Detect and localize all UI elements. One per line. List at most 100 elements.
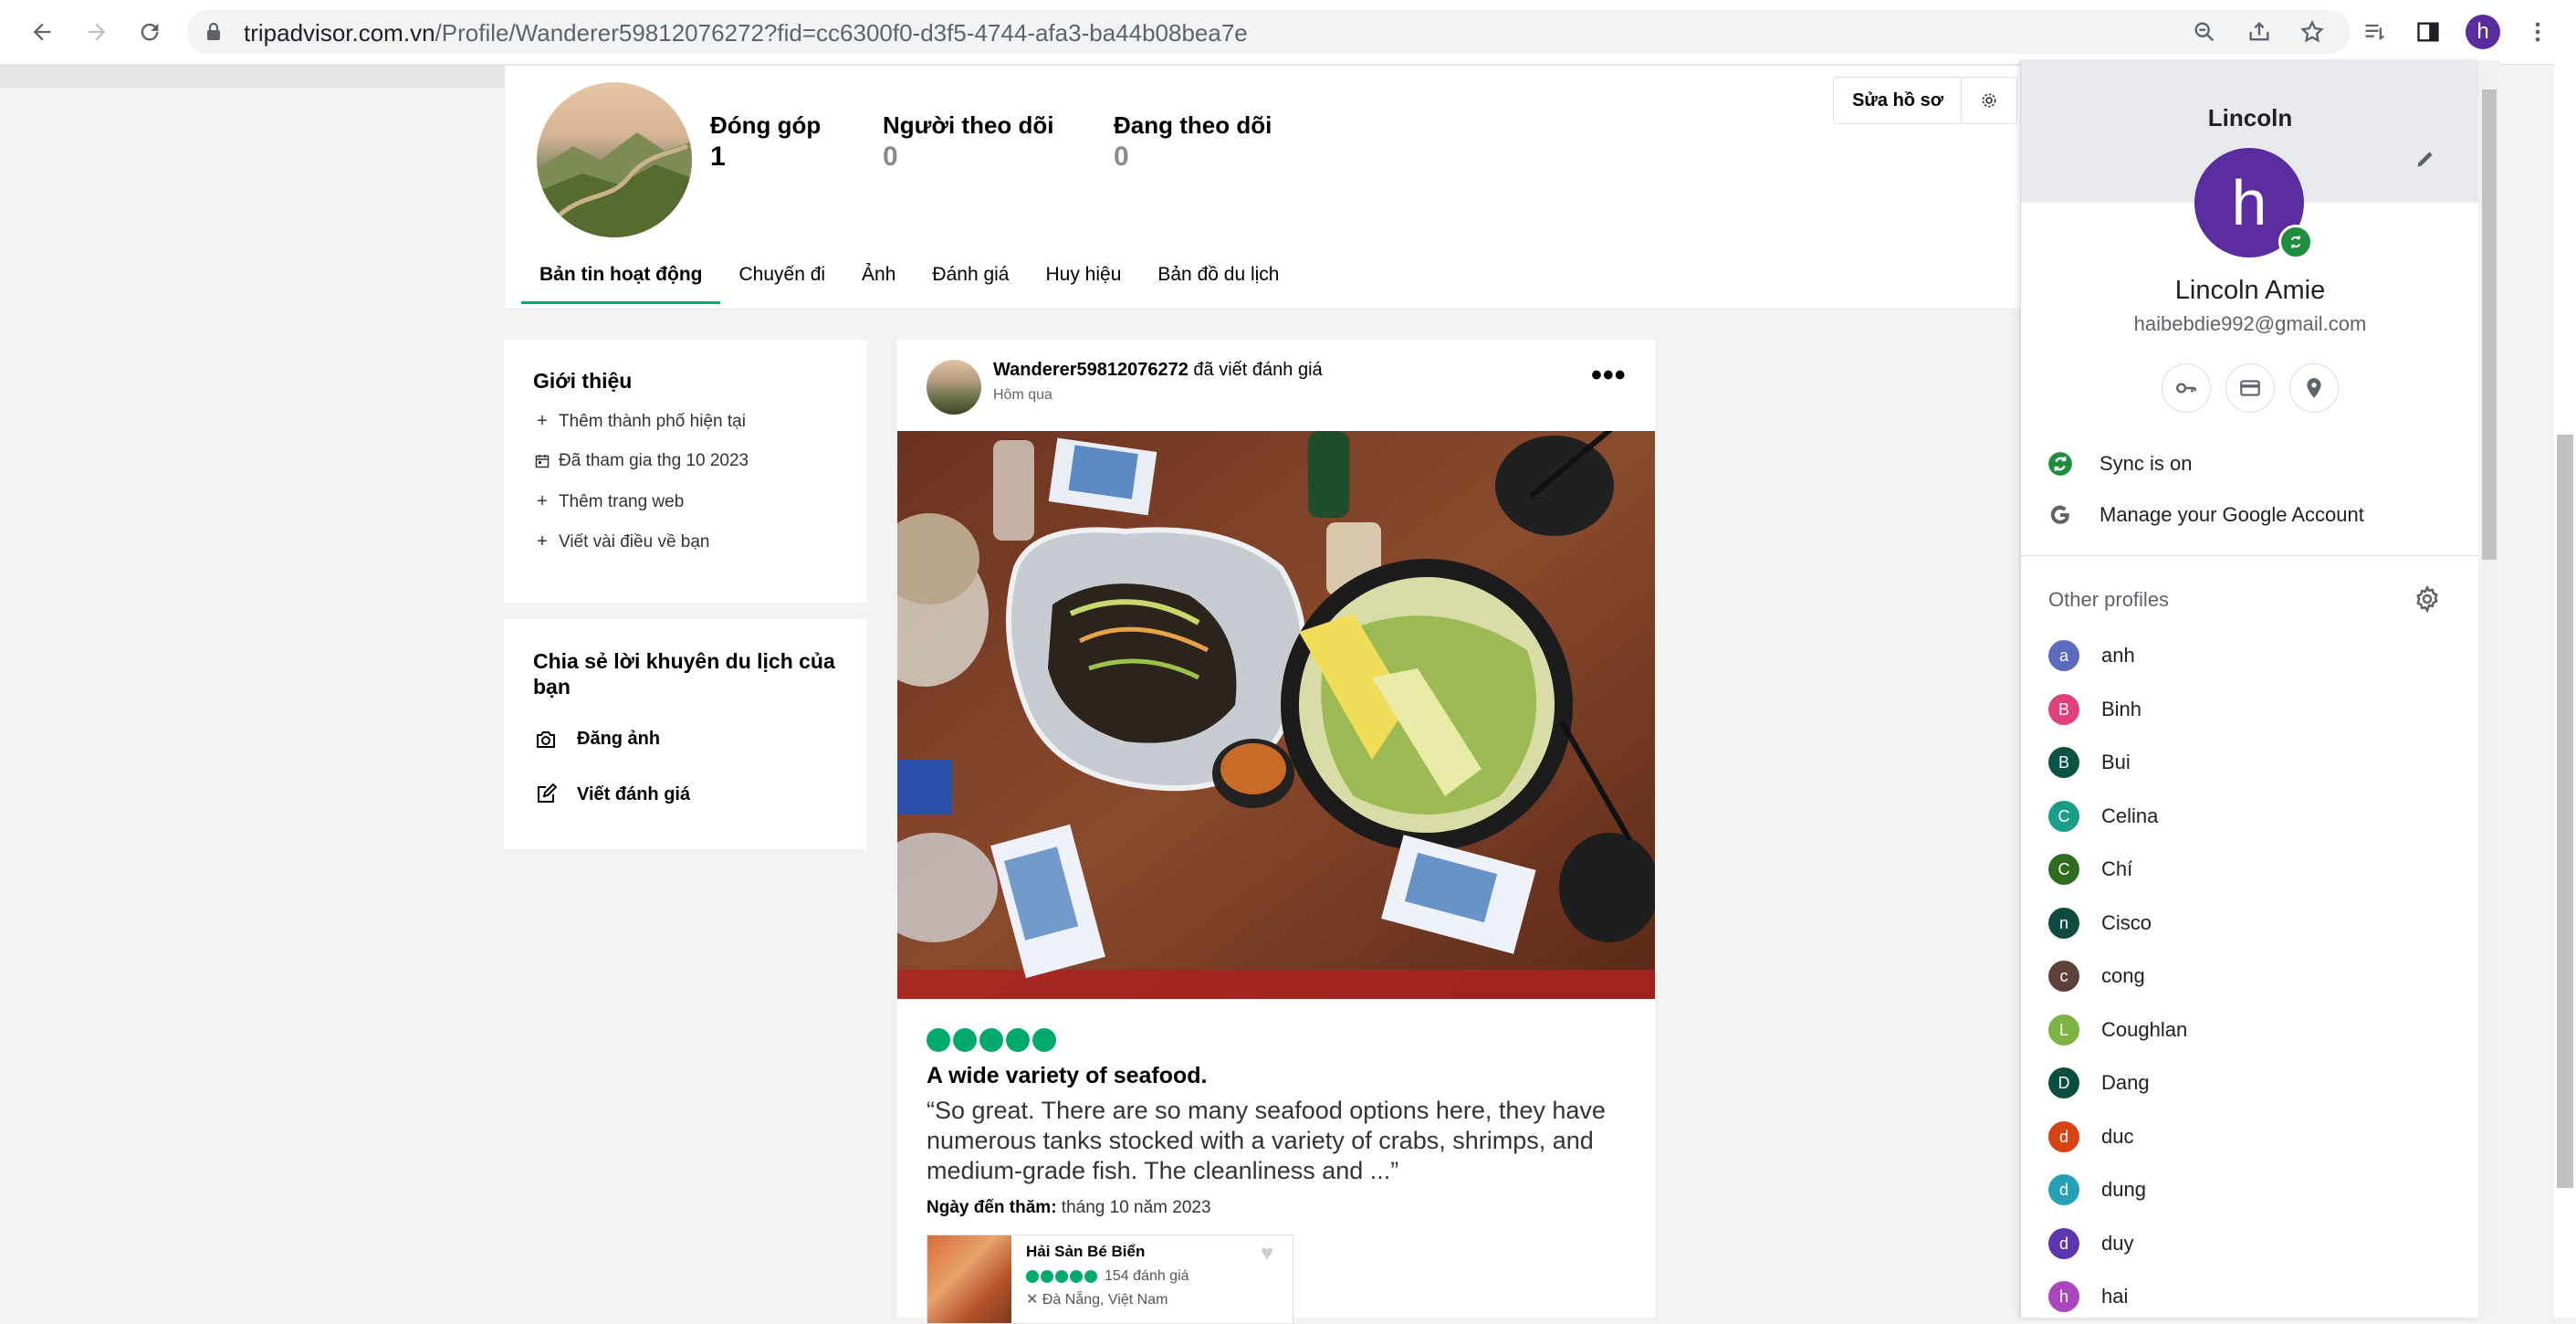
profile-row-anh[interactable]: a anh — [2048, 633, 2135, 678]
profile-avatar-button[interactable]: h — [2463, 12, 2503, 52]
place-location: ✕ Đà Nẵng, Việt Nam — [1026, 1290, 1168, 1308]
account-email: haibebdie992@gmail.com — [2133, 312, 2367, 335]
profile-avatar: C — [2048, 801, 2079, 832]
stat-label: Người theo dõi — [883, 111, 1054, 139]
write-review-button[interactable]: Viết đánh giá — [533, 783, 690, 805]
profile-row-celina[interactable]: C Celina — [2048, 793, 2158, 839]
visit-label: Ngày đến thăm: — [927, 1198, 1057, 1217]
forward-button[interactable] — [77, 12, 117, 52]
google-profile-panel: Lincoln h Lincoln Amie haibebdie992@gmai… — [2020, 60, 2479, 1318]
side-panel-icon[interactable] — [2408, 12, 2448, 52]
reading-list-icon[interactable] — [2355, 12, 2395, 52]
passwords-button[interactable] — [2162, 363, 2211, 413]
google-icon — [2047, 503, 2074, 527]
review-photo[interactable] — [897, 431, 1655, 999]
profile-row-dung[interactable]: d dung — [2048, 1167, 2146, 1213]
sync-status-row[interactable]: Sync is on — [2021, 440, 2479, 488]
menu-icon[interactable] — [2518, 12, 2558, 52]
profile-row-cisco[interactable]: n Cisco — [2048, 900, 2152, 946]
page-scrollbar[interactable] — [2554, 60, 2576, 1318]
profile-name: duy — [2101, 1232, 2134, 1255]
place-rating: 154 đánh giá — [1026, 1268, 1189, 1285]
review-rating — [927, 1028, 1056, 1052]
profile-row-binh[interactable]: B Binh — [2048, 687, 2141, 732]
review-title[interactable]: A wide variety of seafood. — [927, 1063, 1207, 1089]
review-text[interactable]: “So great. There are so many seafood opt… — [927, 1096, 1639, 1186]
profile-avatar: d — [2048, 1228, 2079, 1259]
back-button[interactable] — [22, 12, 62, 52]
write-about-you-link[interactable]: + Viết vài điều về bạn — [533, 531, 709, 552]
profile-photo[interactable] — [537, 82, 692, 237]
stat-contributions[interactable]: Đóng góp 1 — [710, 111, 821, 173]
addresses-button[interactable] — [2289, 363, 2339, 413]
share-item-label: Viết đánh giá — [577, 783, 691, 804]
panel-scrollbar-thumb[interactable] — [2482, 89, 2497, 560]
panel-scrollbar[interactable] — [2478, 60, 2500, 1318]
sync-badge-icon — [2278, 225, 2313, 259]
settings-button[interactable] — [1961, 77, 2017, 124]
more-options-icon[interactable]: ••• — [1591, 358, 1627, 394]
location-pin-icon — [2307, 378, 2321, 398]
place-review-count: 154 đánh giá — [1105, 1268, 1189, 1284]
profile-name: Binh — [2101, 698, 2142, 720]
author-name-link[interactable]: Wanderer59812076272 — [993, 360, 1189, 380]
other-profiles-title: Other profiles — [2048, 588, 2170, 611]
profile-name: anh — [2101, 644, 2135, 667]
manage-account-row[interactable]: Manage your Google Account — [2021, 491, 2479, 539]
edit-profile-button[interactable]: Sửa hồ sơ — [1833, 77, 1963, 124]
post-author-line: Wanderer59812076272 đã viết đánh giá — [993, 360, 1323, 381]
heart-icon[interactable]: ♥ — [1261, 1241, 1273, 1266]
profile-name: dung — [2101, 1178, 2146, 1201]
add-website-link[interactable]: + Thêm trang web — [533, 491, 684, 512]
add-current-city-link[interactable]: + Thêm thành phố hiện tại — [533, 411, 746, 432]
tab-reviews[interactable]: Đánh giá — [914, 257, 1027, 301]
star-icon[interactable] — [2294, 14, 2330, 50]
author-avatar[interactable] — [927, 360, 981, 415]
profile-row-coughlan[interactable]: L Coughlan — [2048, 1007, 2187, 1053]
stat-label: Đóng góp — [710, 111, 822, 139]
rating-bubble — [1026, 1270, 1039, 1283]
credit-card-icon — [2240, 380, 2260, 396]
tab-travel-map[interactable]: Bản đồ du lịch — [1139, 257, 1297, 301]
payment-methods-button[interactable] — [2225, 363, 2275, 413]
place-card[interactable]: Hải Sản Bé Biển 154 đánh giá ✕ Đà Nẵng, … — [927, 1235, 1293, 1324]
sync-icon — [2047, 451, 2074, 477]
profile-row-duy[interactable]: d duy — [2048, 1221, 2133, 1266]
profile-name: Chí — [2101, 857, 2133, 880]
profile-avatar: C — [2048, 854, 2079, 885]
avatar: h — [2466, 15, 2500, 49]
profile-row-dang[interactable]: D Dang — [2048, 1060, 2150, 1106]
plus-icon: + — [537, 531, 548, 552]
profile-row-hai[interactable]: h hai — [2048, 1274, 2128, 1318]
tab-photos[interactable]: Ảnh — [843, 257, 914, 301]
zoom-icon[interactable] — [2186, 14, 2223, 50]
place-name[interactable]: Hải Sản Bé Biển — [1026, 1243, 1145, 1261]
gear-icon[interactable] — [2414, 584, 2441, 617]
tab-badges[interactable]: Huy hiệu — [1027, 257, 1139, 301]
tab-trips[interactable]: Chuyến đi — [720, 257, 843, 301]
page-scrollbar-thumb[interactable] — [2557, 435, 2573, 1188]
profile-avatar: B — [2048, 694, 2079, 725]
profile-name: Celina — [2101, 804, 2159, 827]
browser-toolbar: tripadvisor.com.vn/Profile/Wanderer59812… — [0, 0, 2576, 65]
pencil-icon[interactable] — [2414, 147, 2437, 175]
tab-activity-feed[interactable]: Bản tin hoạt động — [521, 257, 721, 304]
profile-tabs: Bản tin hoạt động Chuyến đi Ảnh Đánh giá… — [521, 257, 1297, 304]
profile-avatar: d — [2048, 1121, 2079, 1152]
profile-row-duc[interactable]: d duc — [2048, 1114, 2133, 1160]
rating-bubble — [953, 1028, 977, 1052]
stat-following[interactable]: Đang theo dõi 0 — [1114, 111, 1272, 173]
reload-button[interactable] — [130, 12, 170, 52]
stat-followers[interactable]: Người theo dõi 0 — [883, 111, 1054, 173]
profile-row-cong[interactable]: c cong — [2048, 953, 2145, 999]
profile-row-chi[interactable]: C Chí — [2048, 846, 2132, 892]
url-path: /Profile/Wanderer59812076272?fid=cc6300f… — [435, 19, 1248, 47]
upload-photo-button[interactable]: Đăng ảnh — [533, 729, 660, 750]
profile-row-bui[interactable]: B Bui — [2048, 740, 2131, 785]
rating-bubble — [1041, 1270, 1053, 1283]
profile-avatar: c — [2048, 961, 2079, 992]
share-icon[interactable] — [2241, 14, 2278, 50]
address-bar[interactable]: tripadvisor.com.vn/Profile/Wanderer59812… — [187, 10, 2351, 54]
stat-value: 0 — [883, 142, 898, 172]
profile-name-heading: Lincoln — [2207, 104, 2293, 131]
